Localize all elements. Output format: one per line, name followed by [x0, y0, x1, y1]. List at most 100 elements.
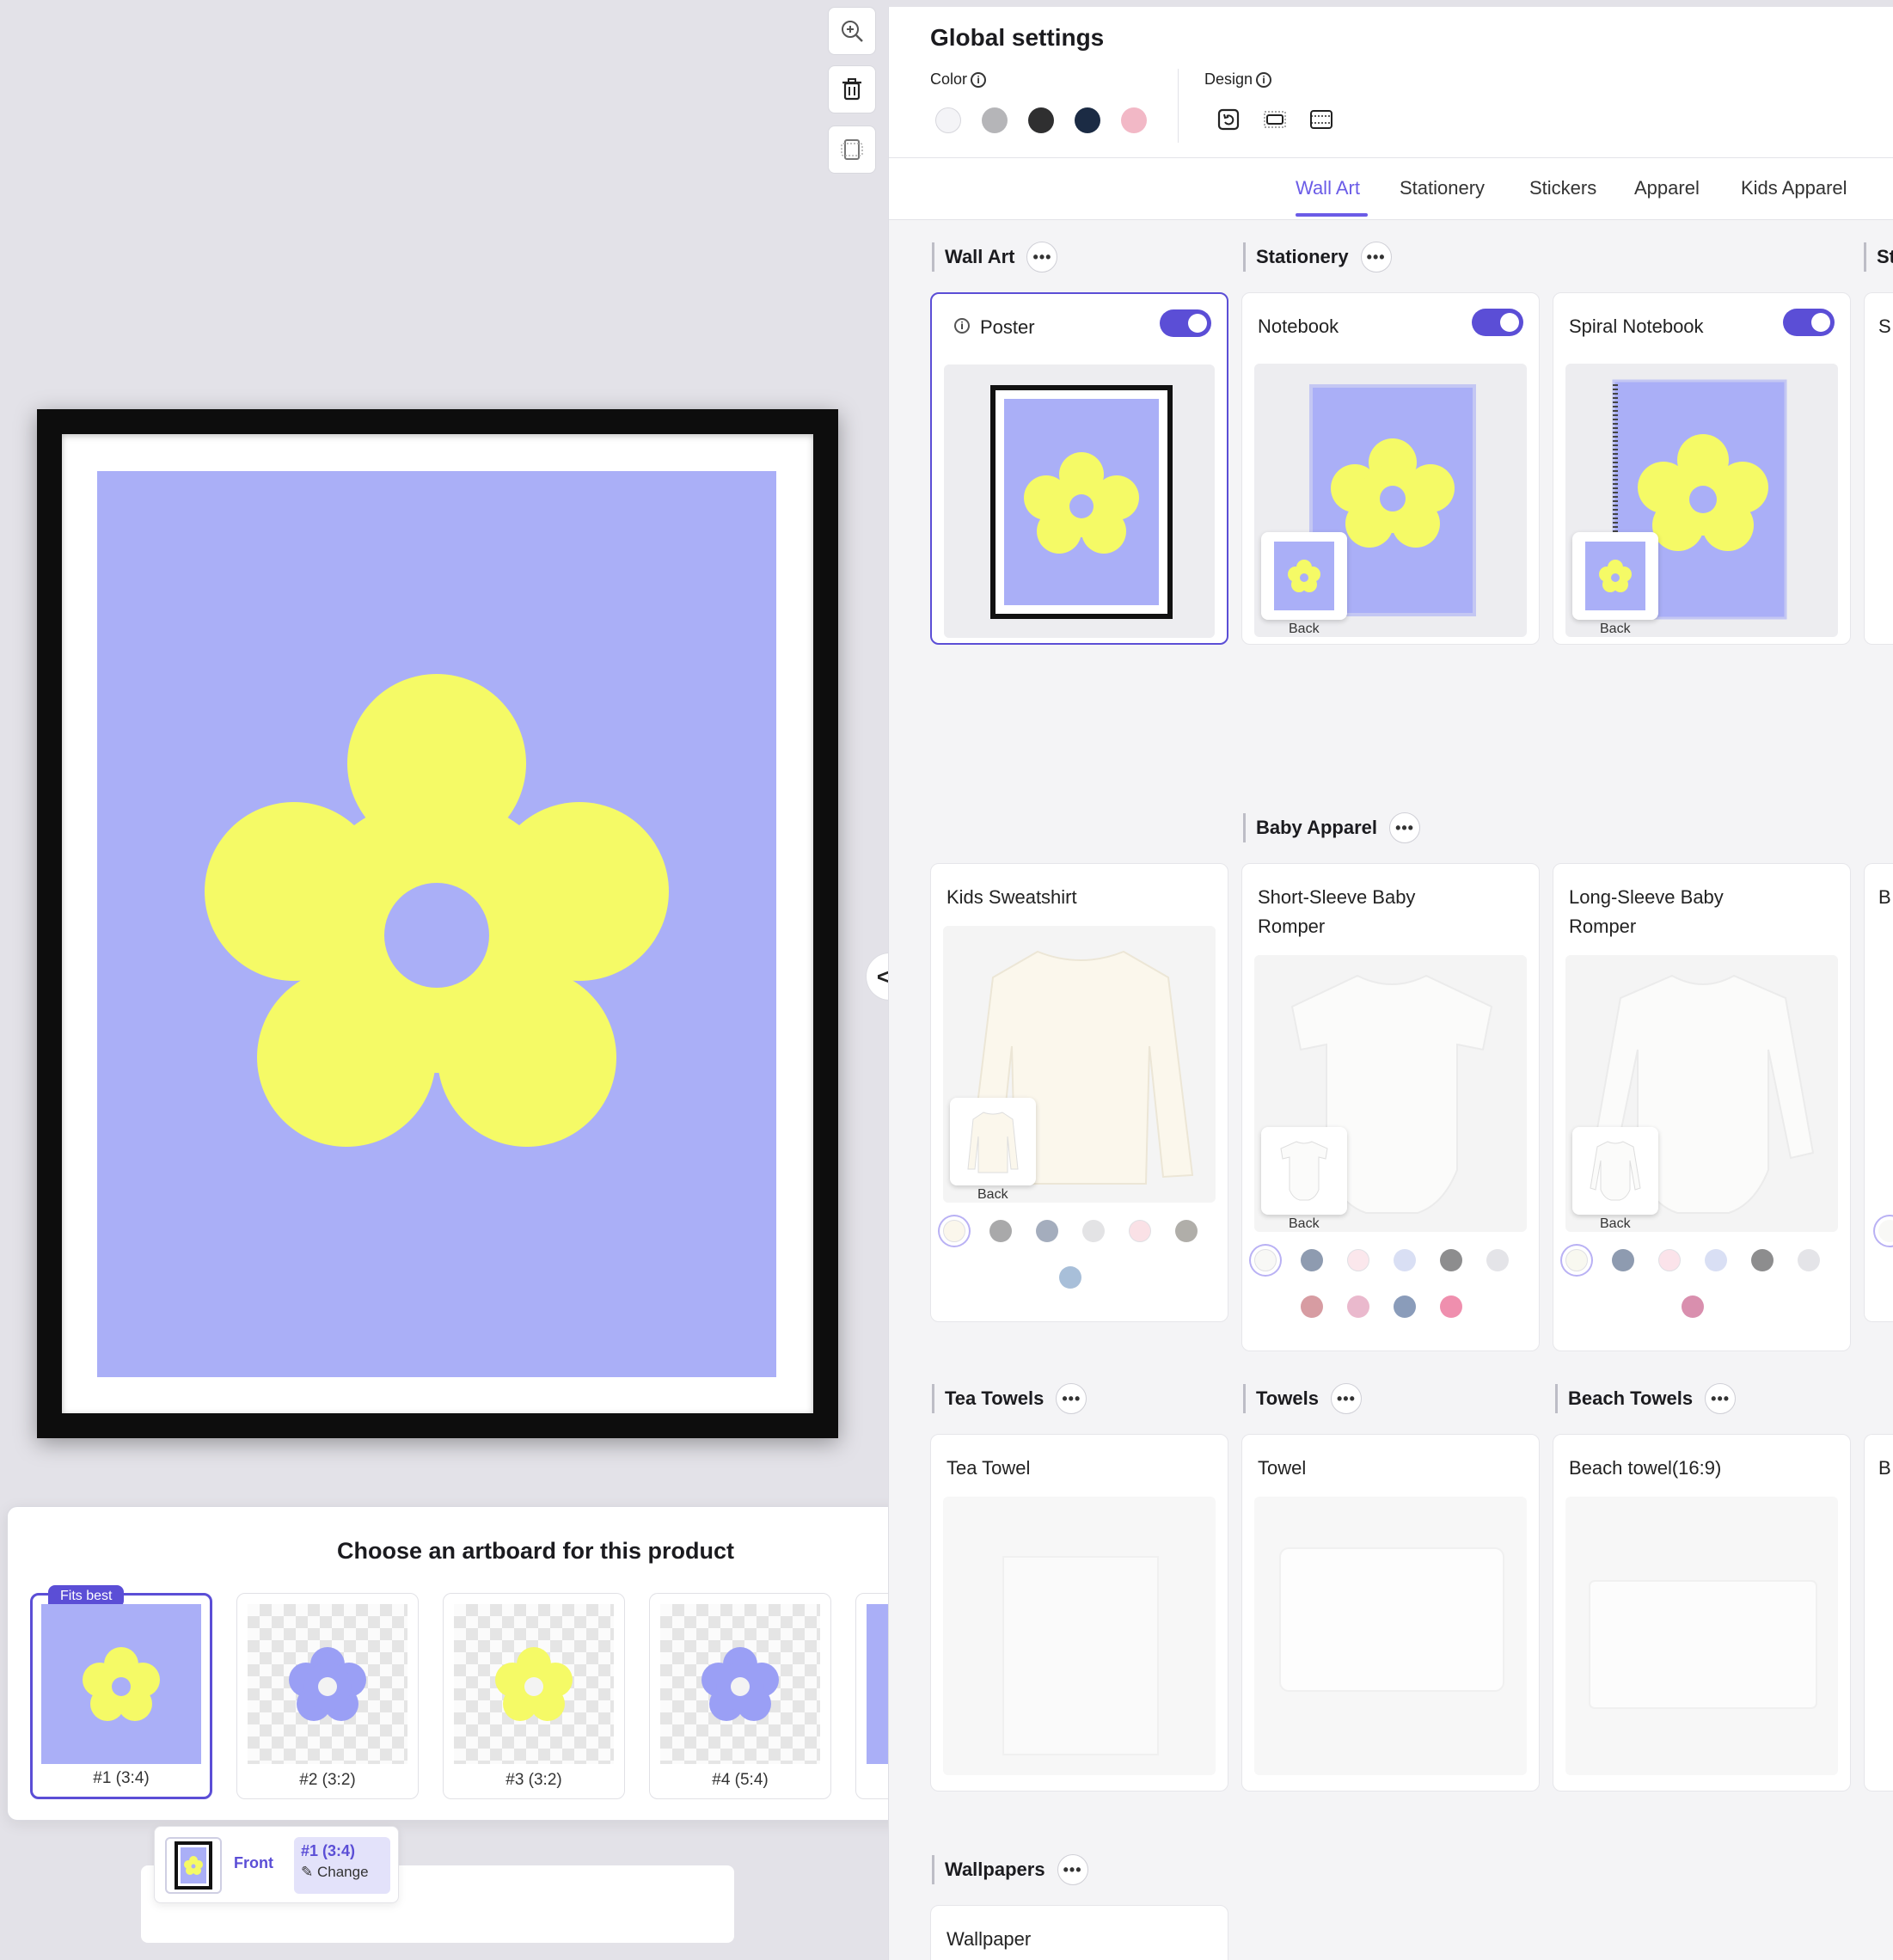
- product-card-kids-sweatshirt[interactable]: Kids Sweatshirt Back: [930, 863, 1228, 1322]
- info-icon[interactable]: i: [954, 318, 970, 334]
- color-swatch[interactable]: [1612, 1249, 1634, 1271]
- artboard-option-3[interactable]: #3 (3:2): [443, 1593, 625, 1799]
- color-swatch[interactable]: [943, 1220, 965, 1242]
- back-label: Back: [1289, 1216, 1320, 1231]
- product-card-beach-towel[interactable]: Beach towel(16:9): [1553, 1434, 1851, 1792]
- product-card-spiral-notebook[interactable]: Spiral Notebook Back: [1553, 292, 1851, 645]
- global-color-swatch[interactable]: [982, 107, 1008, 133]
- color-swatch[interactable]: [1347, 1249, 1369, 1271]
- color-swatch[interactable]: [989, 1220, 1012, 1242]
- more-options-icon[interactable]: •••: [1360, 242, 1392, 273]
- color-swatch[interactable]: [1798, 1249, 1820, 1271]
- design-canvas[interactable]: <> Choose an artboard for this product F…: [0, 0, 1064, 1960]
- info-icon[interactable]: i: [971, 72, 987, 89]
- color-swatch[interactable]: [1751, 1249, 1774, 1271]
- product-mockup: Back: [1254, 364, 1527, 637]
- more-options-icon[interactable]: •••: [1705, 1383, 1737, 1414]
- color-swatch[interactable]: [1254, 1249, 1277, 1271]
- zoom-button[interactable]: [828, 7, 876, 55]
- color-swatch[interactable]: [1486, 1249, 1509, 1271]
- change-artboard-button[interactable]: #1 (3:4) ✎ Change: [294, 1837, 390, 1894]
- color-swatch[interactable]: [1440, 1249, 1462, 1271]
- artboard-option-1[interactable]: Fits best #1 (3:4): [30, 1585, 212, 1799]
- artboard-thumbnail: [41, 1604, 201, 1764]
- color-swatch[interactable]: [1565, 1249, 1588, 1271]
- product-title: Wallpaper: [946, 1928, 1032, 1950]
- global-settings: Global settings Color i Design i: [889, 7, 1893, 158]
- color-swatch[interactable]: [1394, 1249, 1416, 1271]
- product-title: Long-Sleeve Baby Romper: [1569, 886, 1724, 937]
- product-card-notebook[interactable]: Notebook Back: [1241, 292, 1540, 645]
- poster-mat: [62, 434, 813, 1413]
- front-design-card[interactable]: Front #1 (3:4) ✎ Change: [154, 1826, 399, 1903]
- product-title: B: [1878, 1457, 1891, 1479]
- global-color-swatch[interactable]: [1028, 107, 1054, 133]
- product-card-wallpaper[interactable]: Wallpaper: [930, 1905, 1228, 1960]
- product-card-cut[interactable]: B: [1864, 1434, 1893, 1792]
- color-swatch[interactable]: [1036, 1220, 1058, 1242]
- rotate-design-icon[interactable]: [1216, 107, 1241, 132]
- tab-apparel[interactable]: Apparel: [1634, 177, 1700, 199]
- tea-towel-mockup-image: [1002, 1556, 1159, 1755]
- color-swatch[interactable]: [1301, 1295, 1323, 1318]
- product-toggle[interactable]: [1783, 309, 1835, 336]
- product-card-long-sleeve-baby-romper[interactable]: Long-Sleeve Baby Romper Back: [1553, 863, 1851, 1351]
- more-options-icon[interactable]: •••: [1056, 1383, 1087, 1414]
- color-swatch[interactable]: [1440, 1295, 1462, 1318]
- artboard-thumbnail: [248, 1604, 407, 1764]
- product-toggle[interactable]: [1160, 309, 1211, 337]
- artboard-label: #4 (5:4): [712, 1771, 769, 1789]
- product-mockup: Back: [1565, 364, 1838, 637]
- flower-thumbnail: [495, 1647, 573, 1721]
- more-options-icon[interactable]: •••: [1026, 242, 1058, 273]
- color-swatch[interactable]: [1658, 1249, 1681, 1271]
- back-preview: [1572, 532, 1658, 620]
- artboard-label: #3 (3:2): [505, 1771, 562, 1789]
- color-swatch[interactable]: [1705, 1249, 1727, 1271]
- section-wallpapers: Wallpapers •••: [932, 1854, 1088, 1885]
- change-label: Change: [316, 1864, 369, 1880]
- color-swatch[interactable]: [1347, 1295, 1369, 1318]
- global-color-swatch[interactable]: [1075, 107, 1100, 133]
- artboard-option-4[interactable]: #4 (5:4): [649, 1593, 831, 1799]
- info-icon[interactable]: i: [1256, 72, 1272, 89]
- artboard-thumbnail: [660, 1604, 820, 1764]
- global-color-swatch[interactable]: [935, 107, 961, 133]
- product-toggle[interactable]: [1472, 309, 1523, 336]
- product-title: S: [1878, 315, 1891, 337]
- color-swatch[interactable]: [1082, 1220, 1105, 1242]
- color-swatch[interactable]: [1059, 1266, 1081, 1289]
- back-preview: [1572, 1127, 1658, 1215]
- product-card-poster[interactable]: i Poster: [930, 292, 1228, 645]
- color-swatch[interactable]: [1175, 1220, 1198, 1242]
- more-options-icon[interactable]: •••: [1389, 812, 1421, 843]
- fill-design-icon[interactable]: [1308, 107, 1334, 132]
- product-card-cut[interactable]: S: [1864, 292, 1893, 645]
- color-swatch[interactable]: [1301, 1249, 1323, 1271]
- color-swatch[interactable]: [1129, 1220, 1151, 1242]
- color-swatch[interactable]: [1394, 1295, 1416, 1318]
- fit-design-icon[interactable]: [1262, 107, 1288, 132]
- tab-kids-apparel[interactable]: Kids Apparel: [1741, 177, 1847, 199]
- artboard-option-2[interactable]: #2 (3:2): [236, 1593, 419, 1799]
- tab-stationery[interactable]: Stationery: [1400, 177, 1485, 199]
- flower-thumbnail: [289, 1647, 366, 1721]
- color-swatch[interactable]: [1682, 1295, 1704, 1318]
- product-card-cut[interactable]: B: [1864, 863, 1893, 1322]
- fit-screen-icon: [841, 139, 863, 160]
- fit-screen-button[interactable]: [828, 126, 876, 174]
- product-card-towel[interactable]: Towel: [1241, 1434, 1540, 1792]
- product-card-short-sleeve-baby-romper[interactable]: Short-Sleeve Baby Romper Back: [1241, 863, 1540, 1351]
- delete-button[interactable]: [828, 65, 876, 113]
- color-label: Color i: [930, 70, 987, 89]
- flower-artwork: [205, 674, 669, 1147]
- more-options-icon[interactable]: •••: [1057, 1854, 1088, 1885]
- more-options-icon[interactable]: •••: [1330, 1383, 1362, 1414]
- design-label: Design i: [1204, 70, 1272, 89]
- product-card-tea-towel[interactable]: Tea Towel: [930, 1434, 1228, 1792]
- beach-towel-mockup-image: [1589, 1580, 1817, 1709]
- tab-stickers[interactable]: Stickers: [1529, 177, 1596, 199]
- global-color-swatch[interactable]: [1121, 107, 1147, 133]
- color-swatch[interactable]: [1878, 1220, 1893, 1242]
- tab-wall-art[interactable]: Wall Art: [1296, 177, 1360, 199]
